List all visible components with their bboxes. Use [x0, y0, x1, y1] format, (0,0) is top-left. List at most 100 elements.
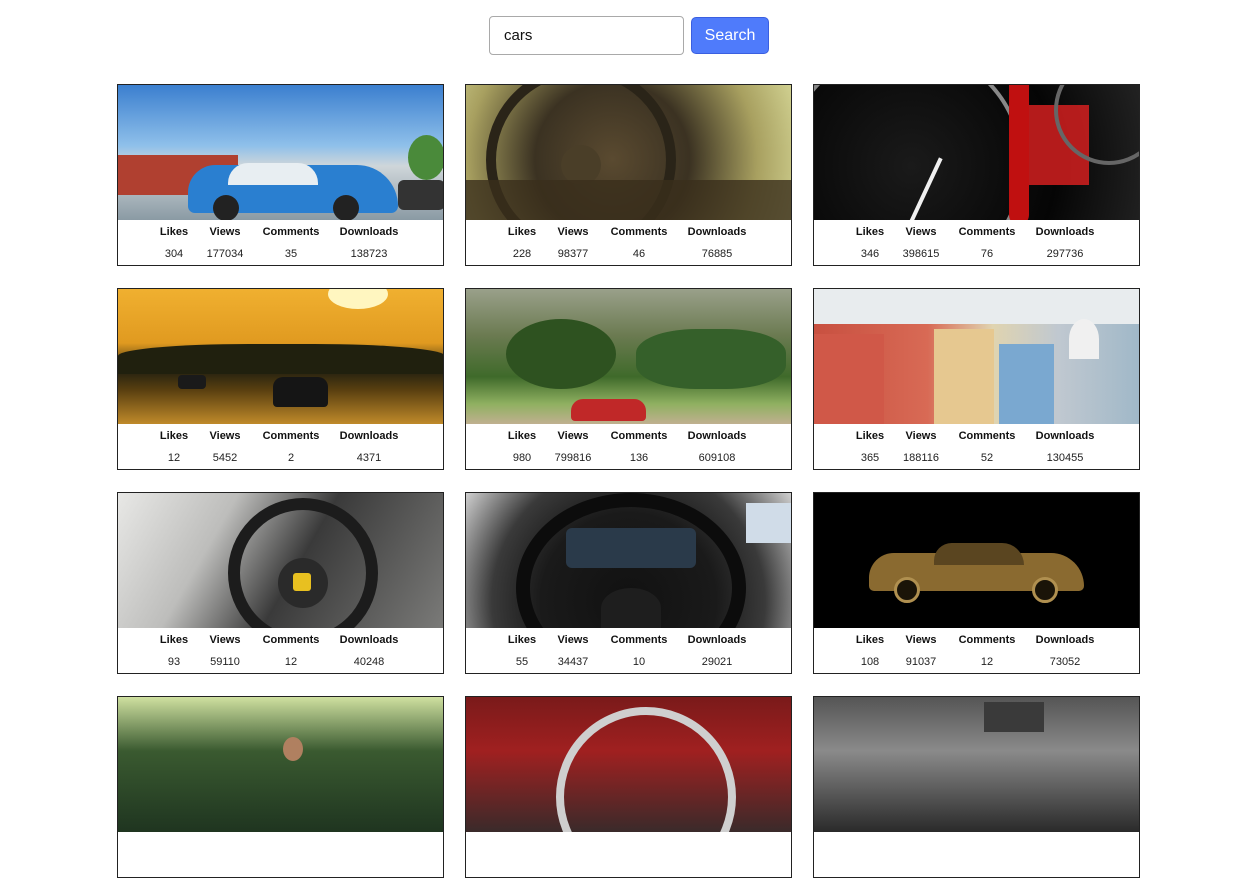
search-input[interactable] — [489, 16, 684, 55]
image-card[interactable]: Likes 980 Views 799816 Comments 136 Downloa… — [465, 288, 792, 470]
downloads-value: 138723 — [350, 248, 388, 260]
card-stats: Likes 365 Views 188116 Comments 52 Download… — [814, 424, 1139, 469]
card-stats: Likes 12 Views 5452 Comments 2 Downloads 437… — [118, 424, 443, 469]
card-stats: Likes 93 Views 59110 Comments 12 Downloads 4… — [118, 628, 443, 673]
likes-label: Likes — [159, 226, 189, 238]
views-value: 188116 — [903, 452, 939, 464]
likes-label: Likes — [855, 226, 885, 238]
search-button[interactable]: Search — [691, 17, 769, 54]
downloads-value: 297736 — [1046, 248, 1084, 260]
likes-value: 12 — [167, 452, 181, 464]
comments-label: Comments — [610, 634, 668, 646]
likes-value: 304 — [164, 248, 184, 260]
downloads-value: 609108 — [698, 452, 736, 464]
likes-label: Likes — [507, 430, 537, 442]
likes-label: Likes — [159, 634, 189, 646]
comments-value: 52 — [980, 452, 994, 464]
image-card[interactable]: Likes 12 Views 5452 Comments 2 Downloads 437… — [117, 288, 444, 470]
views-value: 5452 — [212, 452, 238, 464]
downloads-label: Downloads — [339, 634, 399, 646]
downloads-value: 4371 — [356, 452, 382, 464]
likes-value: 980 — [512, 452, 532, 464]
downloads-value: 40248 — [353, 656, 385, 668]
likes-value: 93 — [167, 656, 181, 668]
card-photo-speedometer[interactable] — [814, 85, 1139, 220]
views-value: 98377 — [557, 248, 589, 260]
image-card[interactable]: Likes 93 Views 59110 Comments 12 Downloads 4… — [117, 492, 444, 674]
comments-value: 12 — [284, 656, 298, 668]
card-photo-havana-street[interactable] — [814, 289, 1139, 424]
likes-label: Likes — [507, 226, 537, 238]
views-value: 799816 — [554, 452, 592, 464]
views-label: Views — [209, 634, 241, 646]
card-photo-abandoned-dashboard[interactable] — [466, 85, 791, 220]
views-label: Views — [209, 430, 241, 442]
likes-value: 228 — [512, 248, 532, 260]
comments-value: 2 — [287, 452, 295, 464]
views-value: 398615 — [902, 248, 940, 260]
comments-value: 35 — [284, 248, 298, 260]
image-card[interactable]: Likes 304 Views 177034 Comments 35 Download… — [117, 84, 444, 266]
comments-label: Comments — [262, 634, 320, 646]
views-label: Views — [209, 226, 241, 238]
card-photo-industrial-garage[interactable] — [814, 697, 1139, 832]
image-card[interactable]: Likes 108 Views 91037 Comments 12 Downloads… — [813, 492, 1140, 674]
views-label: Views — [905, 226, 937, 238]
comments-value: 136 — [629, 452, 649, 464]
likes-value: 108 — [860, 656, 880, 668]
comments-label: Comments — [958, 634, 1016, 646]
image-card[interactable]: Likes 55 Views 34437 Comments 10 Downloads 2… — [465, 492, 792, 674]
downloads-label: Downloads — [1035, 430, 1095, 442]
downloads-label: Downloads — [687, 634, 747, 646]
card-photo-forest-person[interactable] — [118, 697, 443, 832]
views-label: Views — [557, 430, 589, 442]
search-bar: Search — [489, 16, 769, 55]
card-photo-red-interior-wheel[interactable] — [466, 697, 791, 832]
downloads-value: 130455 — [1046, 452, 1084, 464]
downloads-value: 76885 — [701, 248, 733, 260]
card-photo-audi-steering[interactable] — [466, 493, 791, 628]
likes-value: 55 — [515, 656, 529, 668]
comments-label: Comments — [262, 430, 320, 442]
card-stats: Likes 980 Views 799816 Comments 136 Downloa… — [466, 424, 791, 469]
image-card[interactable] — [813, 696, 1140, 878]
views-label: Views — [905, 430, 937, 442]
downloads-label: Downloads — [1035, 226, 1095, 238]
comments-label: Comments — [958, 226, 1016, 238]
image-card[interactable]: Likes 346 Views 398615 Comments 76 Download… — [813, 84, 1140, 266]
views-value: 91037 — [905, 656, 937, 668]
comments-value: 12 — [980, 656, 994, 668]
comments-label: Comments — [610, 226, 668, 238]
card-stats: Likes 108 Views 91037 Comments 12 Downloads… — [814, 628, 1139, 673]
likes-label: Likes — [507, 634, 537, 646]
likes-value: 346 — [860, 248, 880, 260]
card-photo-ferrari-steering[interactable] — [118, 493, 443, 628]
views-value: 34437 — [557, 656, 589, 668]
downloads-value: 29021 — [701, 656, 733, 668]
card-photo-blue-classic-car[interactable] — [118, 85, 443, 220]
image-card[interactable]: Likes 365 Views 188116 Comments 52 Download… — [813, 288, 1140, 470]
views-label: Views — [557, 634, 589, 646]
card-photo-sunset-cars[interactable] — [118, 289, 443, 424]
downloads-label: Downloads — [687, 430, 747, 442]
card-stats: Likes 346 Views 398615 Comments 76 Download… — [814, 220, 1139, 265]
image-card[interactable] — [465, 696, 792, 878]
comments-value: 10 — [632, 656, 646, 668]
likes-label: Likes — [855, 430, 885, 442]
card-stats: Likes 228 Views 98377 Comments 46 Downloads… — [466, 220, 791, 265]
downloads-label: Downloads — [687, 226, 747, 238]
downloads-label: Downloads — [339, 226, 399, 238]
likes-value: 365 — [860, 452, 880, 464]
comments-label: Comments — [262, 226, 320, 238]
likes-label: Likes — [159, 430, 189, 442]
card-stats: Likes 304 Views 177034 Comments 35 Download… — [118, 220, 443, 265]
image-card[interactable] — [117, 696, 444, 878]
image-card[interactable]: Likes 228 Views 98377 Comments 46 Downloads… — [465, 84, 792, 266]
comments-label: Comments — [610, 430, 668, 442]
comments-label: Comments — [958, 430, 1016, 442]
image-grid: Likes 304 Views 177034 Comments 35 Download… — [117, 84, 1140, 878]
card-photo-gold-coupe[interactable] — [814, 493, 1139, 628]
downloads-label: Downloads — [339, 430, 399, 442]
likes-label: Likes — [855, 634, 885, 646]
card-photo-red-car-jungle[interactable] — [466, 289, 791, 424]
